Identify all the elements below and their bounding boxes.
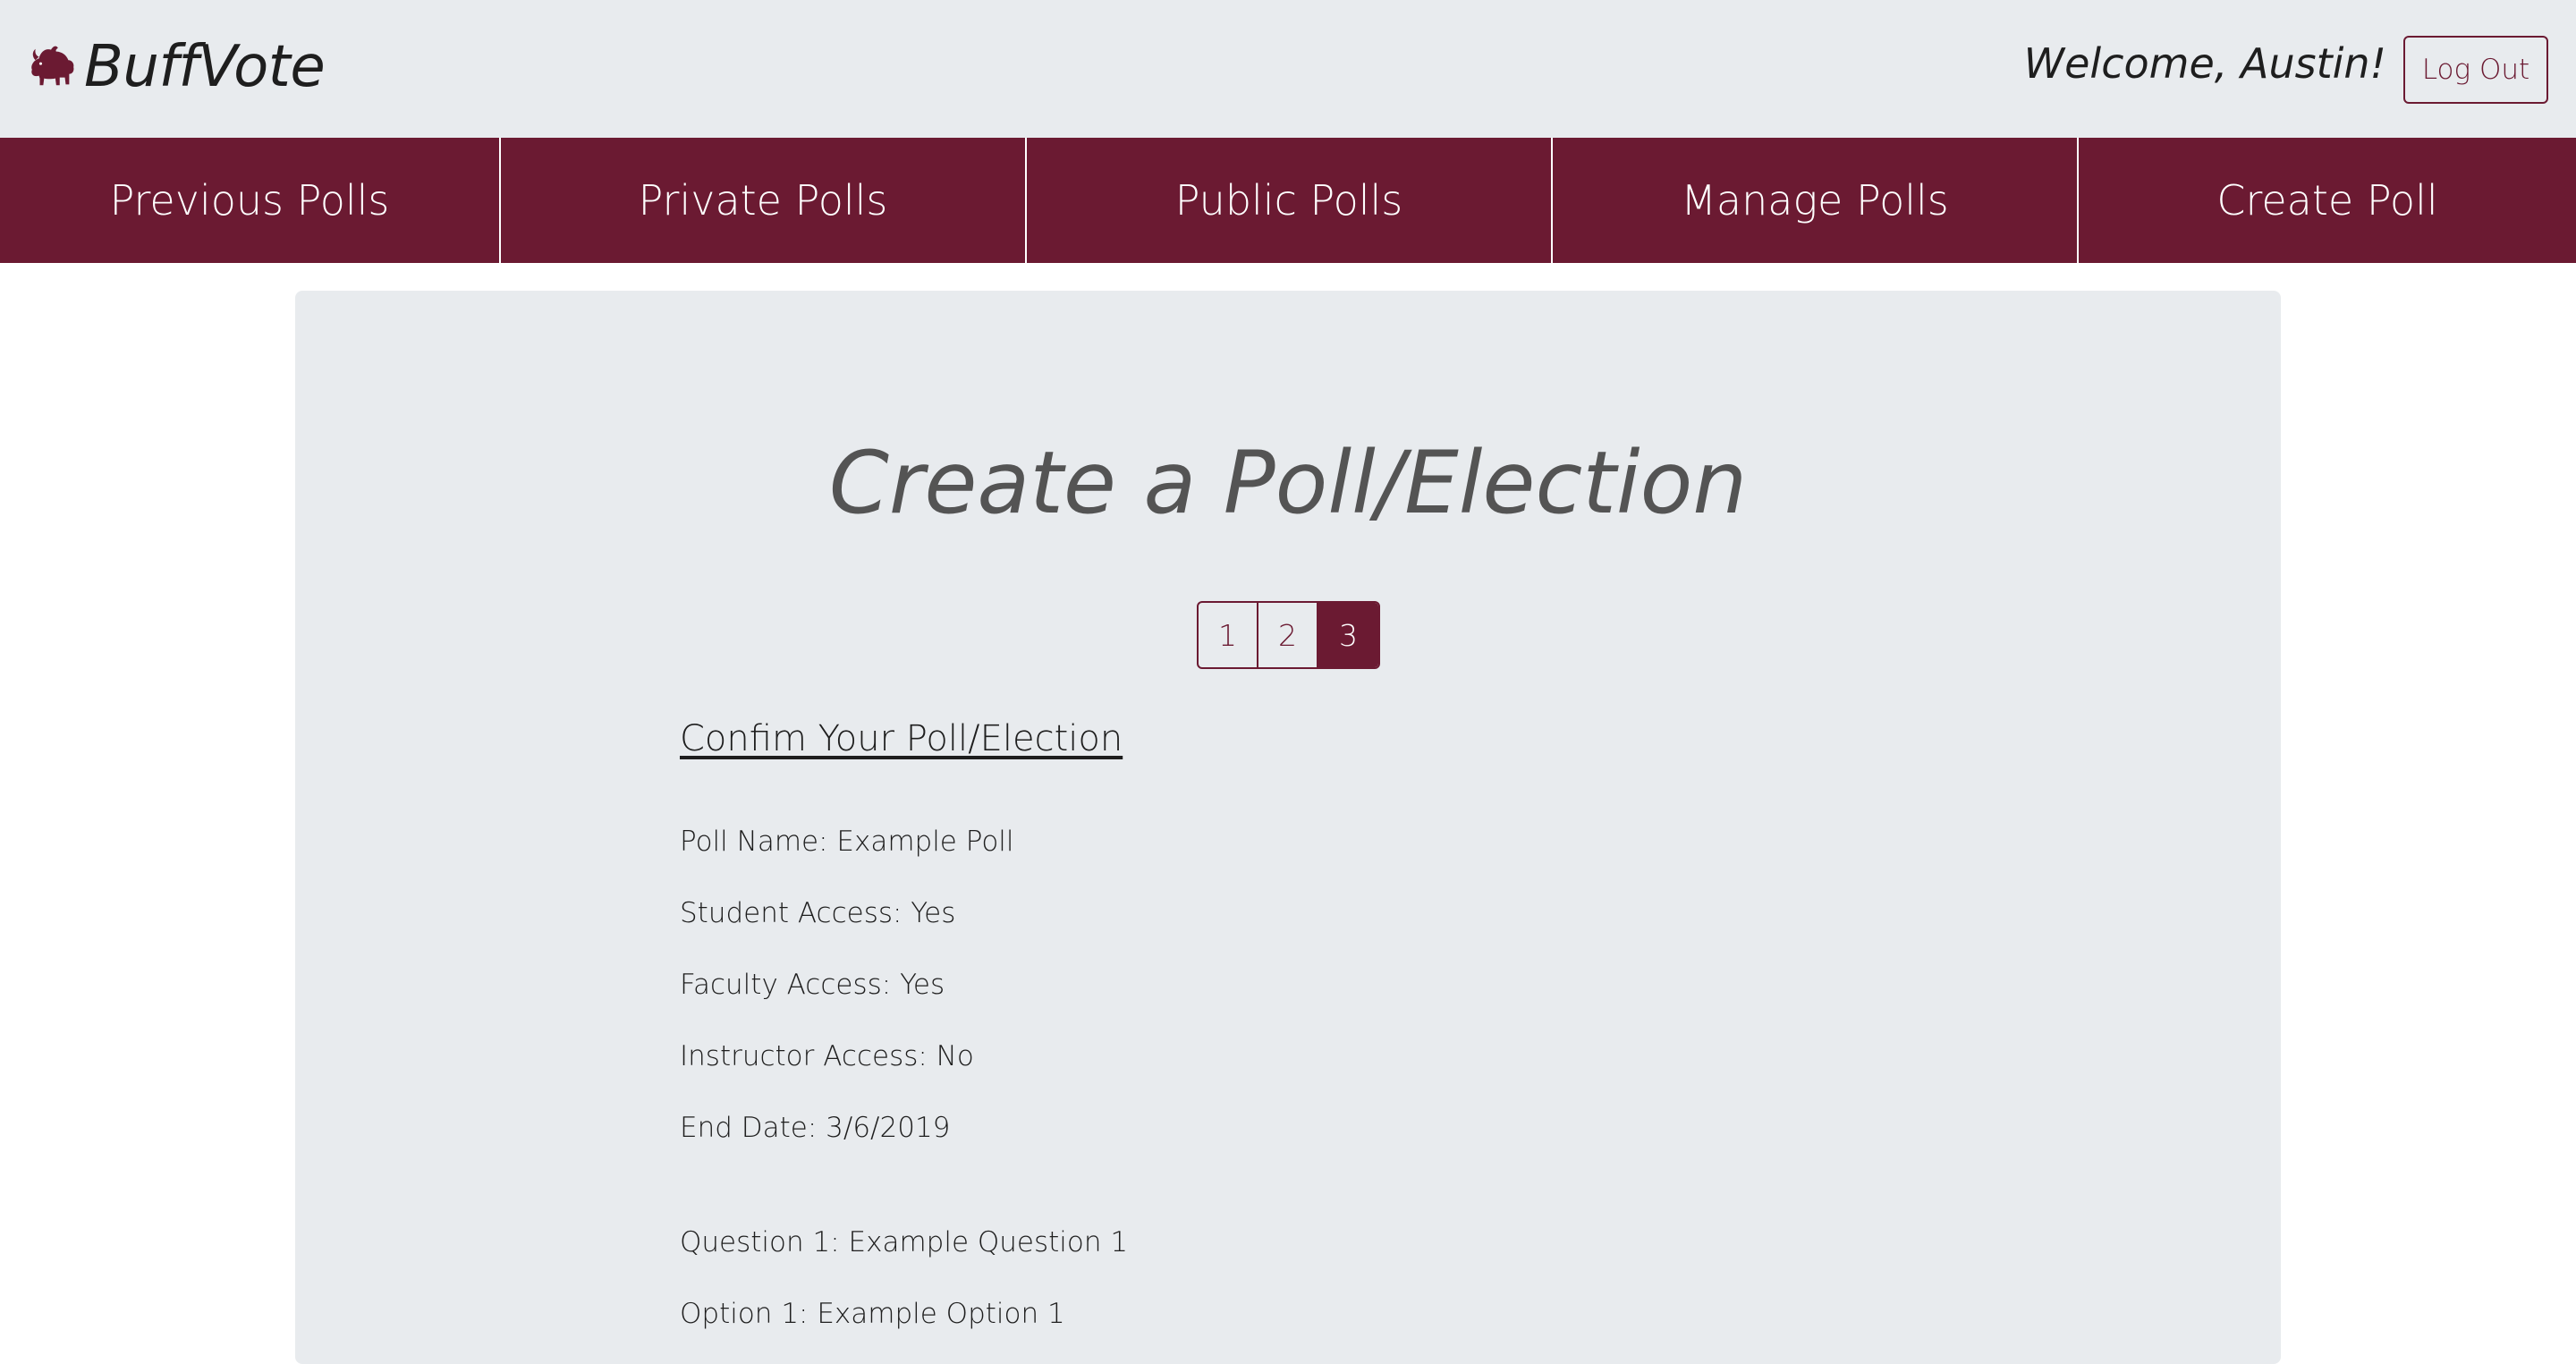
main-nav: Previous Polls Private Polls Public Poll… [0,138,2576,263]
step-pagination: 1 2 3 [1197,601,1380,669]
step-3-button[interactable]: 3 [1318,603,1378,667]
nav-item-public-polls[interactable]: Public Polls [1027,138,1553,263]
nav-item-private-polls[interactable]: Private Polls [501,138,1027,263]
nav-item-create-poll[interactable]: Create Poll [2079,138,2576,263]
step-1-button[interactable]: 1 [1199,603,1258,667]
detail-poll-name: Poll Name: Example Poll [680,826,1014,858]
detail-student-access: Student Access: Yes [680,897,956,929]
nav-item-manage-polls[interactable]: Manage Polls [1553,138,2079,263]
detail-option-1: Option 1: Example Option 1 [680,1298,1065,1330]
confirm-heading: Confim Your Poll/Election [680,718,1123,759]
brand[interactable]: BuffVote [27,27,326,107]
detail-end-date: End Date: 3/6/2019 [680,1112,951,1144]
page-title: Create a Poll/Election [828,433,1748,533]
buffalo-icon [31,46,74,86]
nav-item-previous-polls[interactable]: Previous Polls [0,138,501,263]
welcome-message: Welcome, Austin! [2023,39,2386,88]
create-poll-card: Create a Poll/Election 1 2 3 Confim Your… [295,291,2281,1364]
detail-instructor-access: Instructor Access: No [680,1040,974,1072]
app-header: BuffVote Welcome, Austin! Log Out [0,0,2576,138]
logout-button[interactable]: Log Out [2403,36,2548,104]
detail-faculty-access: Faculty Access: Yes [680,969,945,1001]
detail-question-1: Question 1: Example Question 1 [680,1226,1129,1258]
step-2-button[interactable]: 2 [1258,603,1318,667]
brand-name: BuffVote [84,34,326,100]
